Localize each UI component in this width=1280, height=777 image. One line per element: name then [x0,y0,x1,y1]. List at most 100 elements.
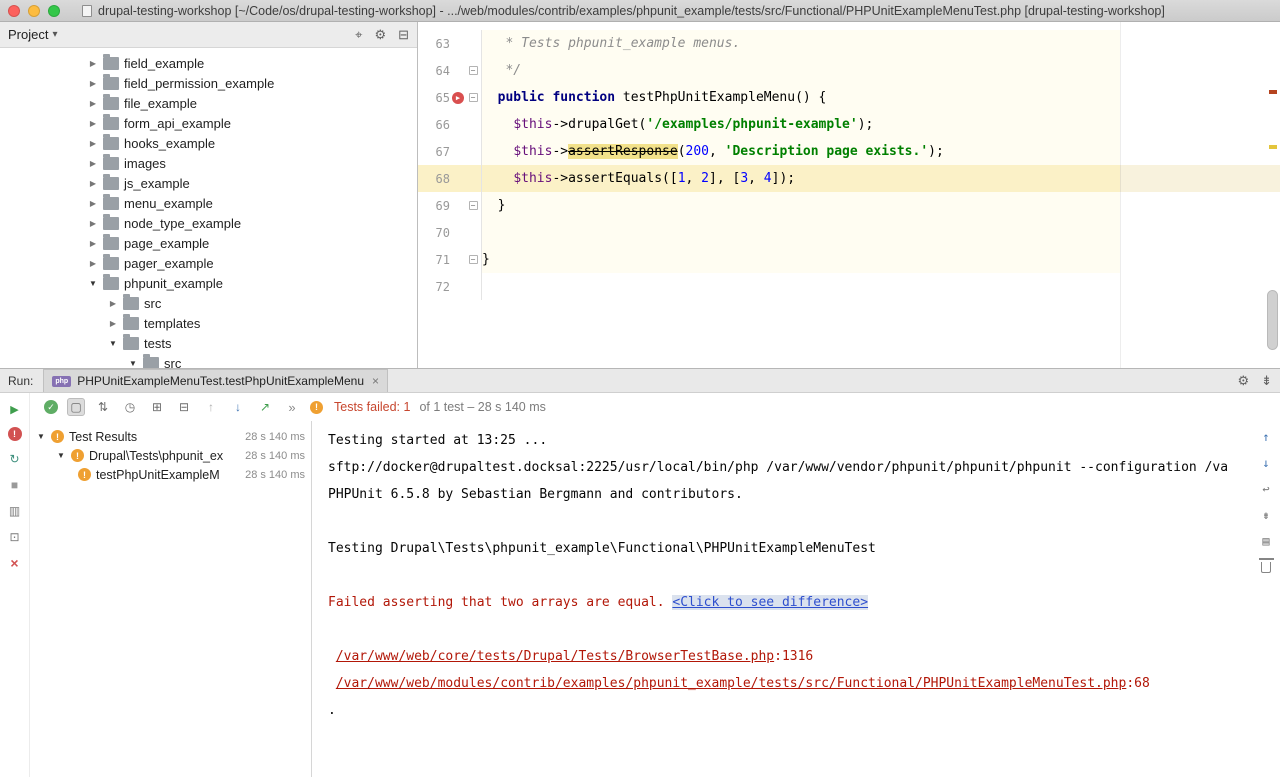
hide-panel-icon[interactable]: ⊟ [398,27,409,43]
minimize-window-button[interactable] [28,5,40,17]
rerun-failed-tests-icon[interactable]: ! [8,427,22,441]
fold-minus-icon[interactable]: − [469,255,478,264]
chevron-right-icon[interactable]: ▶ [88,119,98,128]
gutter[interactable]: 63 [418,30,482,57]
chevron-right-icon[interactable]: ▶ [88,239,98,248]
chevron-right-icon[interactable]: ▶ [88,99,98,108]
project-tree-item[interactable]: ▶src [0,293,417,313]
titlebar[interactable]: drupal-testing-workshop [~/Code/os/drupa… [0,0,1280,22]
chevron-down-icon[interactable]: ▼ [56,451,66,460]
gutter[interactable]: 65▶− [418,84,482,111]
code-editor[interactable]: 63 * Tests phpunit_example menus.64− */6… [418,22,1280,368]
code-line[interactable]: 71−} [418,246,1280,273]
gutter[interactable]: 67 [418,138,482,165]
code-line[interactable]: 70 [418,219,1280,246]
code-line[interactable]: 67 $this->assertResponse(200, 'Descripti… [418,138,1280,165]
up-stack-trace-icon[interactable]: ↑ [1258,429,1274,445]
chevron-down-icon[interactable]: ▾ [52,29,57,40]
run-state-icon[interactable]: ▶ [452,92,464,104]
stop-icon[interactable]: ■ [7,477,23,493]
show-ignored-icon[interactable]: ▢ [67,398,85,416]
gutter[interactable]: 66 [418,111,482,138]
project-tree-item[interactable]: ▶field_permission_example [0,73,417,93]
warning-stripe-mark[interactable] [1269,145,1277,149]
failed-test-gutter-icon[interactable]: ▶ [450,92,466,104]
test-tree-item[interactable]: !testPhpUnitExampleM28 s 140 ms [30,465,311,484]
toggle-auto-test-icon[interactable]: ↻ [7,451,23,467]
gutter[interactable]: 68 [418,165,482,192]
gutter[interactable]: 64− [418,57,482,84]
chevron-right-icon[interactable]: ▶ [88,179,98,188]
console-pane[interactable]: Testing started at 13:25 ...sftp://docke… [312,421,1280,777]
scroll-to-end-icon[interactable]: ⇟ [1258,507,1274,523]
show-passed-icon[interactable]: ✓ [44,400,58,414]
test-tree-item[interactable]: ▼!Test Results28 s 140 ms [30,427,311,446]
project-tree-item[interactable]: ▶form_api_example [0,113,417,133]
fold-marker-icon[interactable]: − [466,255,480,264]
expand-all-icon[interactable]: ⊞ [148,398,166,416]
gutter[interactable]: 70 [418,219,482,246]
close-run-panel-icon[interactable]: × [7,555,23,571]
project-tree-item[interactable]: ▼phpunit_example [0,273,417,293]
test-tree-item[interactable]: ▼!Drupal\Tests\phpunit_ex28 s 140 ms [30,446,311,465]
gutter[interactable]: 69− [418,192,482,219]
import-test-results-icon[interactable]: ↗ [256,398,274,416]
code-line[interactable]: 63 * Tests phpunit_example menus. [418,30,1280,57]
code-line[interactable]: 64− */ [418,57,1280,84]
stacktrace-file-link[interactable]: /var/www/web/modules/contrib/examples/ph… [336,676,1127,691]
chevron-right-icon[interactable]: ▶ [88,59,98,68]
previous-failed-test-icon[interactable]: ↑ [202,398,220,416]
collapse-all-icon[interactable]: ⊟ [175,398,193,416]
chevron-right-icon[interactable]: ▶ [108,299,118,308]
sort-alphabetically-icon[interactable]: ⇅ [94,398,112,416]
project-tree-item[interactable]: ▶templates [0,313,417,333]
error-stripe-mark[interactable] [1269,90,1277,94]
code-line[interactable]: 69− } [418,192,1280,219]
down-stack-trace-icon[interactable]: ↓ [1258,455,1274,471]
fold-marker-icon[interactable]: − [466,66,480,75]
zoom-window-button[interactable] [48,5,60,17]
print-icon[interactable]: ▤ [1258,533,1274,549]
code-line[interactable]: 68 $this->assertEquals([1, 2], [3, 4]); [418,165,1280,192]
project-panel-title[interactable]: Project [8,27,48,42]
project-tree-item[interactable]: ▶js_example [0,173,417,193]
chevron-right-icon[interactable]: ▶ [108,319,118,328]
project-tree-item[interactable]: ▶hooks_example [0,133,417,153]
chevron-right-icon[interactable]: ▶ [88,159,98,168]
sort-by-duration-icon[interactable]: ◷ [121,398,139,416]
project-tree-item[interactable]: ▼src [0,353,417,368]
gutter[interactable]: 71− [418,246,482,273]
project-tree-item[interactable]: ▶file_example [0,93,417,113]
chevron-right-icon[interactable]: ▶ [88,259,98,268]
fold-marker-icon[interactable]: − [466,201,480,210]
stacktrace-file-link[interactable]: /var/www/web/core/tests/Drupal/Tests/Bro… [336,649,774,664]
fold-marker-icon[interactable]: − [466,93,480,102]
close-tab-icon[interactable]: × [372,374,379,388]
chevron-right-icon[interactable]: ▶ [88,199,98,208]
code-line[interactable]: 72 [418,273,1280,300]
project-tree-item[interactable]: ▶field_example [0,53,417,73]
fold-minus-icon[interactable]: − [469,66,478,75]
chevron-down-icon[interactable]: ▼ [128,359,138,368]
project-tree-item[interactable]: ▶images [0,153,417,173]
soft-wrap-icon[interactable]: ↩ [1258,481,1274,497]
next-failed-test-icon[interactable]: ↓ [229,398,247,416]
chevron-down-icon[interactable]: ▼ [36,432,46,441]
console-output-icon[interactable]: ▥ [7,503,23,519]
project-tree-item[interactable]: ▶pager_example [0,253,417,273]
locate-file-icon[interactable]: ⌖ [355,27,362,43]
fold-minus-icon[interactable]: − [469,201,478,210]
code-line[interactable]: 65▶− public function testPhpUnitExampleM… [418,84,1280,111]
chevron-down-icon[interactable]: ▼ [108,339,118,348]
clear-all-icon[interactable] [1258,559,1274,575]
chevron-right-icon[interactable]: ▶ [88,79,98,88]
code-line[interactable]: 66 $this->drupalGet('/examples/phpunit-e… [418,111,1280,138]
rerun-test-icon[interactable]: ▶ [7,401,23,417]
hide-run-panel-icon[interactable]: ⇟ [1261,373,1272,389]
editor-scrollbar-thumb[interactable] [1267,290,1278,350]
run-settings-gear-icon[interactable]: ⚙ [1237,373,1249,389]
chevron-down-icon[interactable]: ▼ [88,279,98,288]
project-tree-item[interactable]: ▼tests [0,333,417,353]
gear-icon[interactable]: ⚙ [374,27,386,43]
close-window-button[interactable] [8,5,20,17]
